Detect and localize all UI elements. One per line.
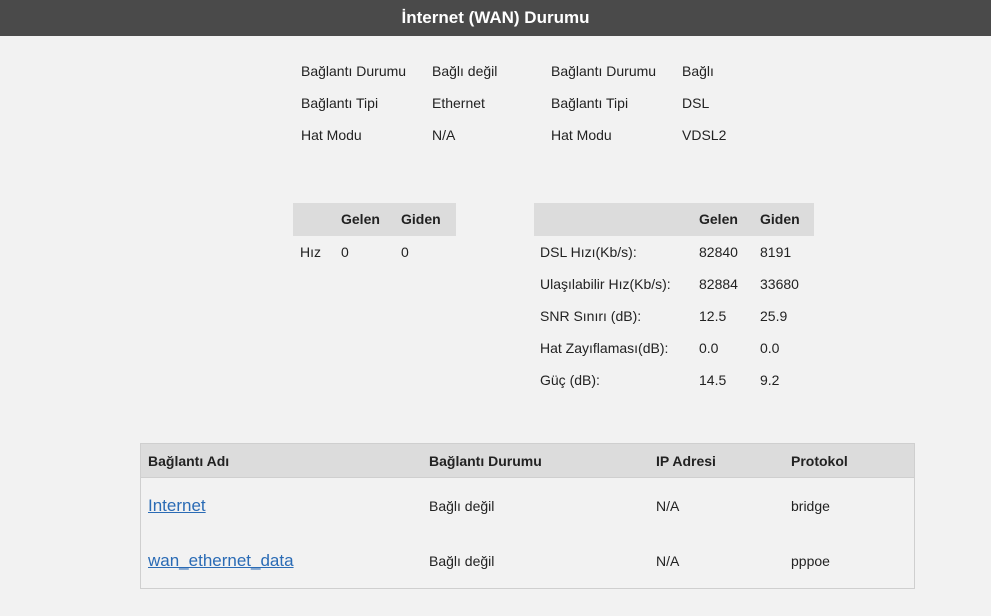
column-header-protocol: Protokol — [791, 453, 848, 469]
status-left-value-connection: Bağlı değil — [432, 63, 498, 79]
dsl-row-out: 9.2 — [760, 372, 780, 388]
page-title: İnternet (WAN) Durumu — [401, 8, 590, 27]
dsl-header-in: Gelen — [699, 211, 738, 227]
status-left-value-mode: N/A — [432, 127, 456, 143]
status-right-value-connection: Bağlı — [682, 63, 714, 79]
status-right-value-type: DSL — [682, 95, 710, 111]
dsl-row-label: Hat Zayıflaması(dB): — [540, 340, 669, 356]
connection-protocol: bridge — [791, 498, 830, 514]
status-left-label-mode: Hat Modu — [301, 127, 362, 143]
speed-row-in: 0 — [341, 244, 349, 260]
connection-status: Bağlı değil — [429, 498, 495, 514]
dsl-row-out: 0.0 — [760, 340, 780, 356]
column-header-name: Bağlantı Adı — [148, 453, 230, 469]
column-header-status: Bağlantı Durumu — [429, 453, 542, 469]
connection-link-internet[interactable]: Internet — [148, 496, 206, 516]
dsl-row-in: 14.5 — [699, 372, 727, 388]
connection-protocol: pppoe — [791, 553, 830, 569]
speed-header-in: Gelen — [341, 211, 380, 227]
connection-link-wan-ethernet-data[interactable]: wan_ethernet_data — [148, 551, 294, 571]
dsl-row-in: 82884 — [699, 276, 738, 292]
connection-ip: N/A — [656, 498, 680, 514]
dsl-row-out: 8191 — [760, 244, 792, 260]
status-right-value-mode: VDSL2 — [682, 127, 727, 143]
dsl-header-out: Giden — [760, 211, 800, 227]
dsl-row-out: 25.9 — [760, 308, 788, 324]
speed-row-label: Hız — [300, 244, 321, 260]
page-header: İnternet (WAN) Durumu — [0, 0, 991, 36]
status-left-value-type: Ethernet — [432, 95, 485, 111]
status-left-label-type: Bağlantı Tipi — [301, 95, 379, 111]
column-header-ip: IP Adresi — [656, 453, 716, 469]
dsl-row-label: Ulaşılabilir Hız(Kb/s): — [540, 276, 671, 292]
status-right-label-connection: Bağlantı Durumu — [551, 63, 657, 79]
status-left-label-connection: Bağlantı Durumu — [301, 63, 407, 79]
dsl-row-in: 12.5 — [699, 308, 727, 324]
status-right-label-mode: Hat Modu — [551, 127, 612, 143]
connections-table: Bağlantı Adı Bağlantı Durumu IP Adresi P… — [140, 443, 915, 589]
dsl-row-in: 0.0 — [699, 340, 719, 356]
connection-status: Bağlı değil — [429, 553, 495, 569]
speed-row-out: 0 — [401, 244, 409, 260]
status-right-label-type: Bağlantı Tipi — [551, 95, 629, 111]
dsl-row-out: 33680 — [760, 276, 799, 292]
dsl-row-label: SNR Sınırı (dB): — [540, 308, 642, 324]
dsl-row-label: Güç (dB): — [540, 372, 600, 388]
dsl-row-in: 82840 — [699, 244, 738, 260]
connection-ip: N/A — [656, 553, 680, 569]
speed-header-out: Giden — [401, 211, 441, 227]
dsl-row-label: DSL Hızı(Kb/s): — [540, 244, 637, 260]
